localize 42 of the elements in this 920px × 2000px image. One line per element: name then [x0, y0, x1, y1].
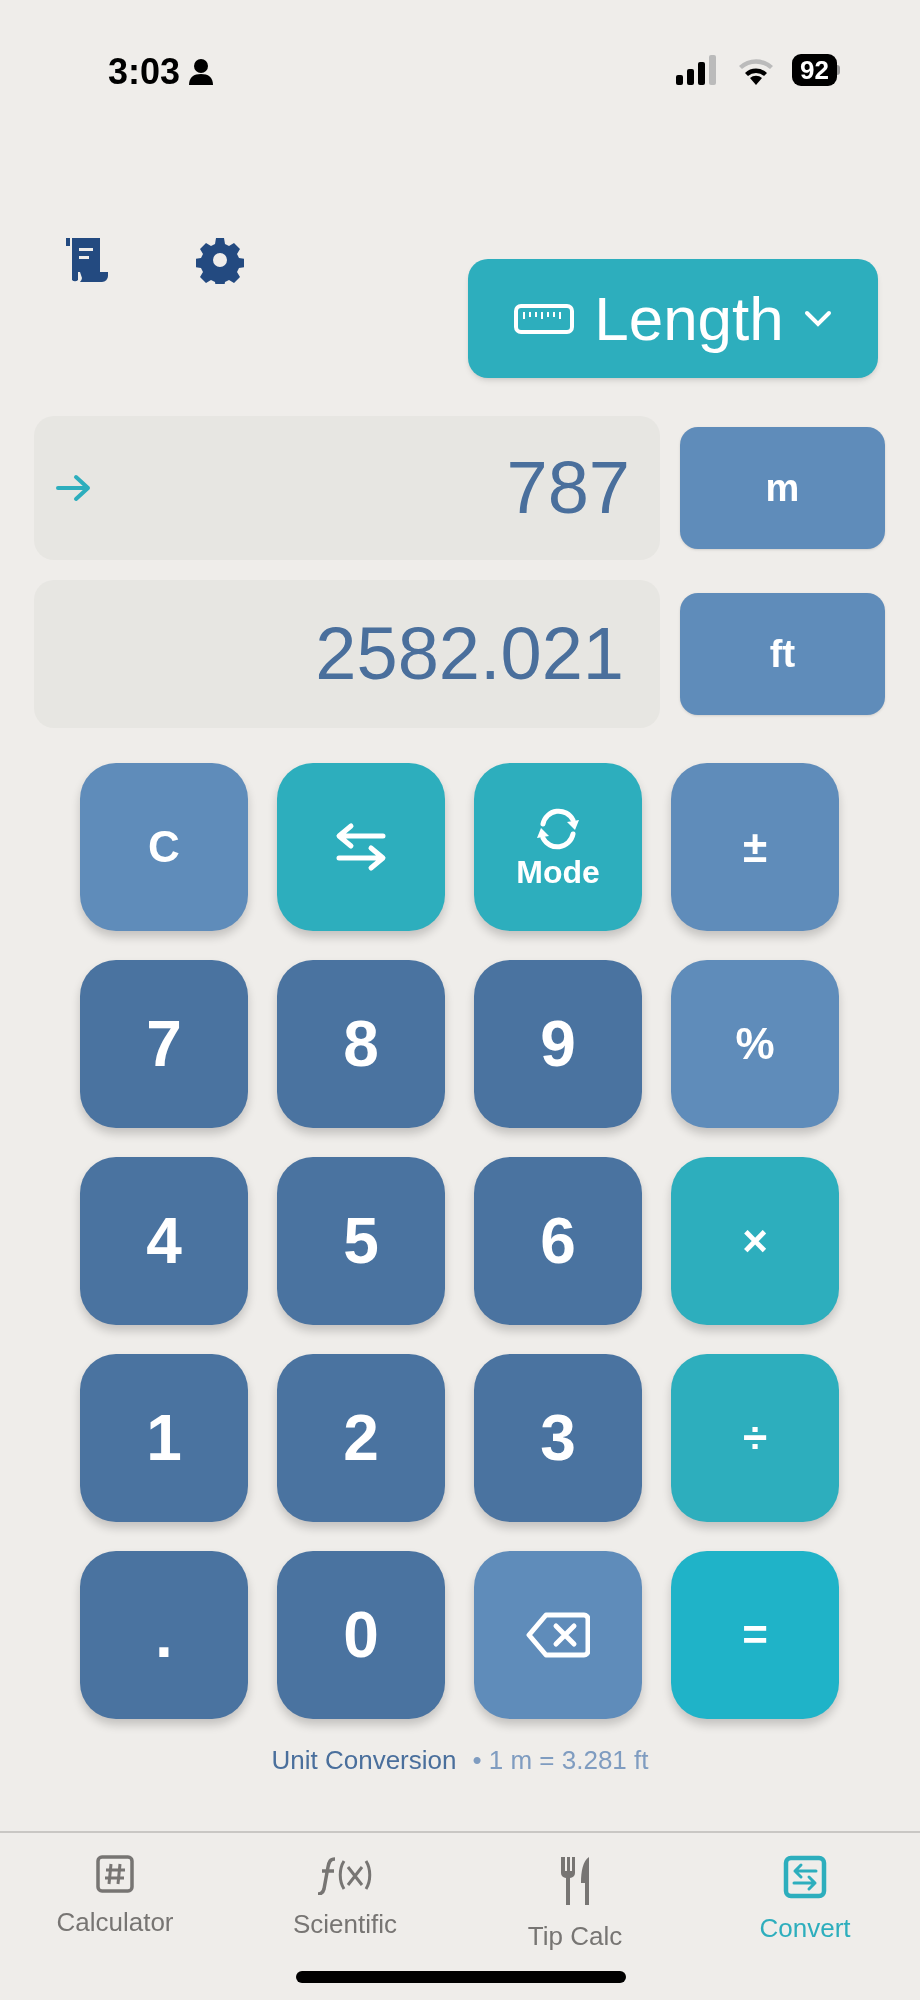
- key-button[interactable]: %: [671, 960, 839, 1128]
- key-button[interactable]: [474, 1551, 642, 1719]
- tab-item[interactable]: Convert: [690, 1855, 920, 1956]
- key-button[interactable]: 7: [80, 960, 248, 1128]
- unit-button[interactable]: m: [680, 427, 885, 549]
- tab-item[interactable]: Tip Calc: [460, 1855, 690, 1956]
- key-button[interactable]: ÷: [671, 1354, 839, 1522]
- battery-icon: 92: [792, 54, 840, 86]
- conversion-rate: • 1 m = 3.281 ft: [472, 1744, 649, 1777]
- settings-icon[interactable]: [196, 236, 244, 284]
- key-button[interactable]: 6: [474, 1157, 642, 1325]
- key-button[interactable]: 1: [80, 1354, 248, 1522]
- key-button[interactable]: 4: [80, 1157, 248, 1325]
- key-button[interactable]: [277, 763, 445, 931]
- key-button[interactable]: 3: [474, 1354, 642, 1522]
- tab-item[interactable]: Calculator: [0, 1855, 230, 1956]
- person-icon: [188, 58, 215, 86]
- key-button[interactable]: ×: [671, 1157, 839, 1325]
- key-button[interactable]: 2: [277, 1354, 445, 1522]
- key-button[interactable]: 5: [277, 1157, 445, 1325]
- category-dropdown[interactable]: Length: [468, 259, 878, 378]
- backspace-icon: [526, 1612, 590, 1658]
- key-button[interactable]: 9: [474, 960, 642, 1128]
- convert-icon: [783, 1855, 827, 1899]
- hash-icon: [96, 1855, 134, 1893]
- ruler-icon: [514, 303, 575, 334]
- tab-item[interactable]: Scientific: [230, 1855, 460, 1956]
- mode-label: Unit Conversion: [271, 1744, 457, 1777]
- key-button[interactable]: C: [80, 763, 248, 931]
- key-button[interactable]: =: [671, 1551, 839, 1719]
- key-button[interactable]: 8: [277, 960, 445, 1128]
- key-button[interactable]: ±: [671, 763, 839, 931]
- key-button[interactable]: Mode: [474, 763, 642, 931]
- key-button[interactable]: 0: [277, 1551, 445, 1719]
- function-icon: [317, 1855, 373, 1895]
- status-time: 3:03: [108, 54, 181, 90]
- output-value: 2582.021: [315, 617, 624, 691]
- unit-button[interactable]: ft: [680, 593, 885, 715]
- input-value: 787: [506, 451, 630, 525]
- fork-knife-icon: [559, 1855, 591, 1907]
- key-button[interactable]: .: [80, 1551, 248, 1719]
- chevron-down-icon: [803, 309, 832, 328]
